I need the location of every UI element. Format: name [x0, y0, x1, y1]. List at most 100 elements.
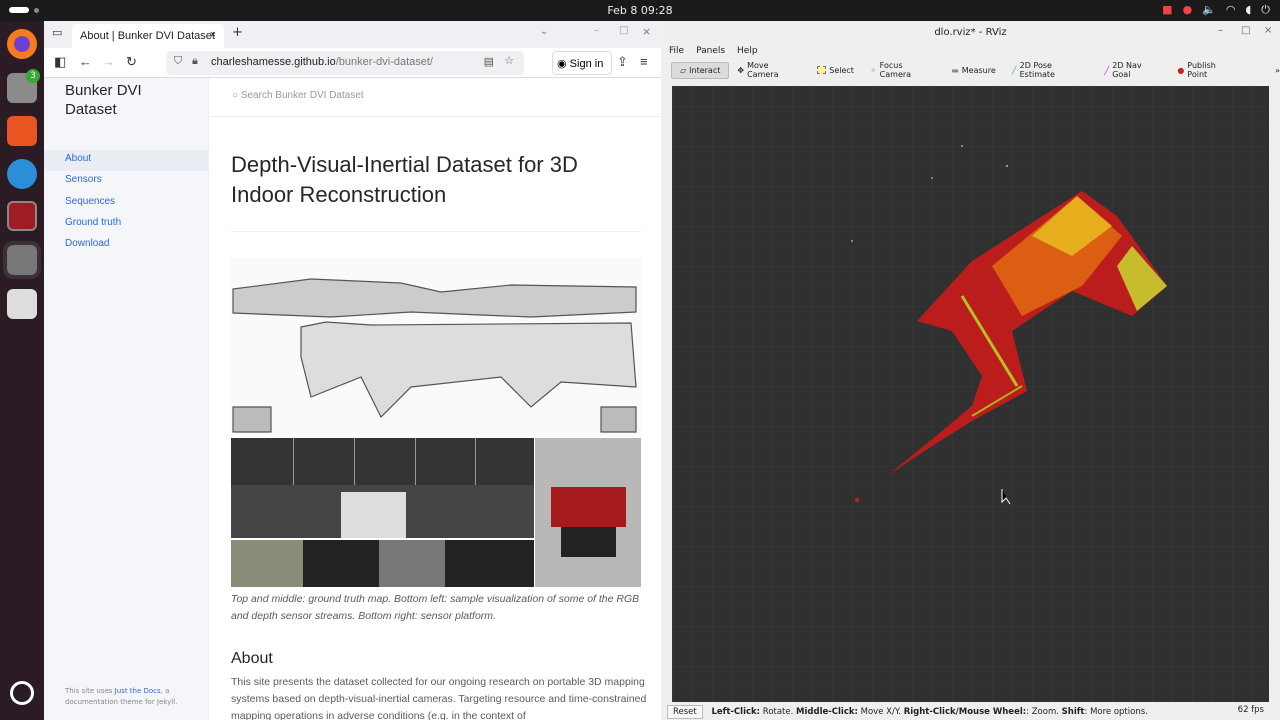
select-box-icon: [817, 66, 827, 74]
about-paragraph: This site presents the dataset collected…: [231, 676, 647, 720]
maximize-icon[interactable]: □: [619, 25, 628, 36]
figure-caption: Top and middle: ground truth map. Bottom…: [231, 593, 640, 622]
close-window-icon[interactable]: ×: [1264, 25, 1272, 36]
power-icon: ⏻: [1261, 3, 1270, 16]
search-input[interactable]: ○ Search Bunker DVI Dataset: [210, 78, 661, 117]
toolbar-overflow-icon[interactable]: »: [1275, 66, 1280, 75]
menu-icon[interactable]: ≡: [640, 54, 648, 69]
mic-icon: ●: [1182, 3, 1193, 16]
hint-key: Middle-Click:: [796, 707, 858, 717]
tool-label: Measure: [961, 65, 996, 75]
rviz-titlebar: dlo.rviz* - RViz – □ ×: [661, 21, 1280, 44]
menu-file[interactable]: File: [669, 46, 684, 58]
purple-arrow-icon: ╱: [1104, 65, 1110, 75]
rviz-toolbar: ▱ Interact ✥ Move Camera Select ✧ Focus Cam…: [661, 60, 1280, 80]
tool-label: Select: [829, 65, 854, 75]
sidebar-item-ground-truth[interactable]: Ground truth: [44, 214, 209, 235]
maximize-icon[interactable]: □: [1241, 25, 1250, 36]
files-badge: 3: [26, 69, 40, 83]
ubuntu-logo-icon[interactable]: [10, 681, 34, 705]
volume-icon: 🔈: [1202, 3, 1216, 16]
footer-text: This site uses: [65, 687, 115, 695]
map-pin-icon: ●: [1177, 65, 1185, 75]
tool-label: 2D Nav Goal: [1112, 61, 1142, 79]
tool-move-camera[interactable]: ✥ Move Camera: [729, 58, 809, 82]
app-center-icon[interactable]: [7, 116, 37, 146]
hint-text: Move X/Y.: [857, 707, 904, 717]
bookmark-star-icon[interactable]: ☆: [504, 54, 514, 67]
menu-panels[interactable]: Panels: [696, 46, 725, 58]
trash-icon[interactable]: [7, 289, 37, 319]
camera-stream-tiles: [231, 438, 534, 485]
figure-image: [231, 257, 641, 587]
system-tray[interactable]: ■ ● 🔈 ◠ ◖ ⏻: [1162, 3, 1270, 17]
nav-bar: ◧ ← → ↻ ⛉ 🔒︎ charleshamesse.github.io/bu…: [44, 48, 661, 78]
search-icon: ○: [232, 90, 239, 101]
move-icon: ✥: [737, 65, 745, 75]
new-tab-icon[interactable]: +: [232, 25, 243, 40]
tool-2d-pose-estimate[interactable]: ╱ 2D Pose Estimate: [1004, 58, 1097, 82]
firefox-icon[interactable]: [7, 29, 37, 59]
reader-view-icon[interactable]: ▤: [484, 55, 494, 68]
lock-icon[interactable]: 🔒︎: [192, 55, 198, 68]
help-icon[interactable]: [7, 159, 37, 189]
account-icon: ◉: [557, 58, 567, 70]
sidebar-item-download[interactable]: Download: [44, 235, 209, 256]
menu-help[interactable]: Help: [737, 46, 758, 58]
divider: [231, 231, 641, 232]
hint-text: Rotate.: [760, 707, 797, 717]
reset-button[interactable]: Reset: [667, 705, 703, 719]
sidebar-item-sequences[interactable]: Sequences: [44, 193, 209, 214]
tool-measure[interactable]: ▬ Measure: [943, 63, 1004, 78]
minimize-icon[interactable]: –: [1218, 25, 1223, 36]
hint-key: Left-Click:: [711, 707, 761, 717]
page-title: Depth-Visual-Inertial Dataset for 3D Ind…: [231, 152, 578, 207]
3d-view[interactable]: [672, 86, 1269, 702]
main-content: ○ Search Bunker DVI Dataset Depth-Visual…: [210, 78, 661, 720]
hint-key: Right-Click/Mouse Wheel:: [903, 707, 1027, 717]
sign-in-label: Sign in: [569, 58, 604, 70]
minimize-icon[interactable]: –: [594, 25, 599, 36]
reload-icon[interactable]: ↻: [126, 54, 137, 70]
hint-text: : Zoom.: [1026, 707, 1062, 717]
terminal-icon[interactable]: [7, 201, 37, 231]
window-title: dlo.rviz* - RViz: [934, 27, 1007, 38]
back-icon[interactable]: ←: [79, 54, 92, 69]
hint-text: : More options.: [1084, 707, 1148, 717]
tool-interact[interactable]: ▱ Interact: [671, 61, 730, 79]
tool-publish-point[interactable]: ● Publish Point: [1169, 58, 1245, 82]
settings-icon[interactable]: [3, 241, 41, 279]
grid: [672, 86, 1269, 702]
tool-focus-camera[interactable]: ✧ Focus Camera: [862, 58, 943, 82]
ruler-icon: ▬: [951, 65, 959, 75]
tool-label: Focus Camera: [879, 61, 912, 79]
tab-list-chevron-icon[interactable]: ⌄: [540, 26, 548, 37]
close-tab-icon[interactable]: ×: [210, 29, 216, 41]
tab-about[interactable]: About | Bunker DVI Dataset ×: [72, 24, 224, 48]
focus-icon: ✧: [869, 65, 877, 75]
site-title[interactable]: Bunker DVI Dataset: [65, 81, 165, 119]
tab-title: About | Bunker DVI Dataset: [80, 30, 215, 42]
tool-2d-nav-goal[interactable]: ╱ 2D Nav Goal: [1096, 58, 1169, 82]
tool-label: 2D Pose Estimate: [1019, 61, 1055, 79]
rviz-status-bar: Reset Left-Click: Rotate. Middle-Click: …: [661, 703, 1280, 720]
forward-icon[interactable]: →: [102, 54, 115, 69]
firefox-window: ▭ About | Bunker DVI Dataset × + ⌄ – □ × …: [44, 21, 661, 720]
just-the-docs-link[interactable]: Just the Docs: [115, 687, 161, 695]
tab-bar: ▭ About | Bunker DVI Dataset × + ⌄ – □ ×: [44, 21, 661, 48]
sign-in-button[interactable]: ◉ Sign in: [552, 51, 612, 75]
sidebar-toggle-icon[interactable]: ◧: [54, 54, 66, 70]
rviz-window: dlo.rviz* - RViz – □ × File Panels Help …: [661, 21, 1280, 720]
sidebar-item-about[interactable]: About: [44, 150, 209, 172]
shield-icon[interactable]: ⛉: [174, 55, 182, 68]
point-cloud: [672, 86, 1269, 702]
section-heading-about: About: [231, 650, 273, 667]
extensions-icon[interactable]: ⇪: [617, 54, 628, 70]
url-bar[interactable]: ⛉ 🔒︎ charleshamesse.github.io/bunker-dvi…: [166, 51, 524, 75]
tab-overview-icon[interactable]: ▭: [52, 26, 62, 39]
clock[interactable]: Feb 8 09:28: [0, 4, 1280, 17]
sidebar-item-sensors[interactable]: Sensors: [44, 171, 209, 192]
close-window-icon[interactable]: ×: [642, 25, 651, 38]
green-arrow-icon: ╱: [1011, 65, 1017, 75]
tool-select[interactable]: Select: [809, 63, 862, 78]
